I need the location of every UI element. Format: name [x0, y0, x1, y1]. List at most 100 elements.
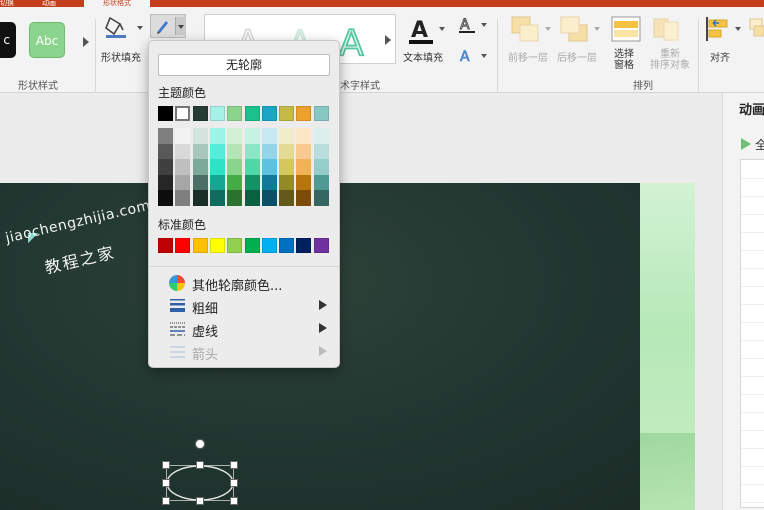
theme-shade-swatch[interactable]	[261, 174, 277, 191]
text-fill-icon[interactable]: A	[408, 15, 434, 45]
theme-shade-swatch[interactable]	[261, 190, 277, 206]
theme-shade-swatch[interactable]	[158, 143, 173, 160]
text-fill-button[interactable]: 文本填充	[403, 49, 443, 64]
theme-shade-swatch[interactable]	[175, 128, 191, 144]
wordart-more-icon[interactable]	[385, 35, 391, 45]
theme-shade-swatch[interactable]	[296, 143, 312, 160]
standard-color-swatch[interactable]	[244, 238, 260, 253]
ellipse-shape[interactable]	[162, 461, 238, 505]
animation-list[interactable]	[740, 159, 764, 508]
text-fill-dropdown-icon[interactable]	[439, 27, 445, 31]
theme-color-swatch[interactable]	[313, 106, 329, 121]
theme-shade-swatch[interactable]	[296, 159, 312, 175]
resize-handle[interactable]	[196, 497, 204, 505]
standard-color-swatch[interactable]	[279, 238, 295, 253]
slide[interactable]: jiaochengzhijia.com 教程之家	[0, 183, 695, 510]
reorder-objects-button[interactable]: 重新 排序对象	[648, 49, 692, 71]
theme-shade-swatch[interactable]	[313, 143, 329, 160]
rotate-handle-icon[interactable]	[195, 439, 205, 449]
standard-color-swatch[interactable]	[313, 238, 329, 253]
theme-shade-swatch[interactable]	[227, 143, 243, 160]
theme-shade-swatch[interactable]	[209, 159, 225, 175]
text-outline-icon[interactable]: A	[458, 15, 476, 35]
theme-shade-swatch[interactable]	[227, 159, 243, 175]
theme-color-swatch[interactable]	[227, 106, 243, 121]
align-button[interactable]: 对齐	[710, 49, 730, 64]
resize-handle[interactable]	[162, 497, 170, 505]
style-preset-green[interactable]: Abc	[29, 22, 65, 58]
theme-shade-swatch[interactable]	[192, 190, 208, 206]
gallery-more-icon[interactable]	[83, 37, 89, 47]
standard-color-swatch[interactable]	[296, 238, 312, 253]
theme-shade-swatch[interactable]	[313, 128, 329, 144]
theme-shade-swatch[interactable]	[313, 159, 329, 175]
standard-color-swatch[interactable]	[158, 238, 173, 253]
resize-handle[interactable]	[196, 461, 204, 469]
fill-dropdown-icon[interactable]	[137, 26, 143, 30]
theme-color-swatch[interactable]	[261, 106, 277, 121]
send-backward-dropdown-icon[interactable]	[594, 27, 600, 31]
shape-fill-button[interactable]: 形状填充	[101, 49, 141, 64]
resize-handle[interactable]	[230, 479, 238, 487]
theme-shade-swatch[interactable]	[192, 159, 208, 175]
tab-transitions[interactable]: 切换	[0, 0, 14, 7]
theme-color-swatch[interactable]	[296, 106, 312, 121]
style-preset-dark[interactable]: c	[0, 22, 16, 58]
theme-shade-swatch[interactable]	[261, 128, 277, 144]
theme-color-swatch[interactable]	[279, 106, 295, 121]
tab-animations[interactable]: 动画	[42, 0, 56, 7]
theme-shade-swatch[interactable]	[227, 128, 243, 144]
text-outline-dropdown-icon[interactable]	[481, 23, 487, 27]
theme-shade-swatch[interactable]	[279, 128, 295, 144]
theme-shade-swatch[interactable]	[192, 174, 208, 191]
group-icon[interactable]	[748, 16, 764, 42]
bring-forward-dropdown-icon[interactable]	[545, 27, 551, 31]
theme-shade-swatch[interactable]	[279, 159, 295, 175]
bring-forward-icon[interactable]	[511, 16, 539, 42]
theme-shade-swatch[interactable]	[244, 143, 260, 160]
text-effects-dropdown-icon[interactable]	[481, 54, 487, 58]
theme-color-swatch[interactable]	[192, 106, 208, 121]
resize-handle[interactable]	[162, 479, 170, 487]
no-outline-button[interactable]: 无轮廓	[158, 54, 330, 76]
theme-shade-swatch[interactable]	[227, 174, 243, 191]
theme-shade-swatch[interactable]	[175, 159, 191, 175]
resize-handle[interactable]	[230, 497, 238, 505]
theme-color-swatch[interactable]	[209, 106, 225, 121]
send-backward-icon[interactable]	[560, 16, 588, 42]
theme-shade-swatch[interactable]	[261, 159, 277, 175]
selection-pane-icon[interactable]	[611, 16, 641, 42]
theme-shade-swatch[interactable]	[313, 174, 329, 191]
resize-handle[interactable]	[162, 461, 170, 469]
dashes-item[interactable]: 虚线	[149, 318, 339, 340]
theme-shade-swatch[interactable]	[192, 128, 208, 144]
theme-shade-swatch[interactable]	[158, 174, 173, 191]
align-dropdown-icon[interactable]	[735, 27, 741, 31]
play-icon[interactable]	[741, 138, 751, 150]
theme-shade-swatch[interactable]	[261, 143, 277, 160]
theme-color-swatch[interactable]	[175, 106, 191, 121]
theme-shade-swatch[interactable]	[158, 128, 173, 144]
tab-shape-format[interactable]: 形状格式	[84, 0, 150, 7]
theme-shade-swatch[interactable]	[244, 190, 260, 206]
standard-color-swatch[interactable]	[175, 238, 191, 253]
outline-dropdown-icon[interactable]	[175, 17, 186, 35]
play-all-button[interactable]: 全	[755, 136, 764, 153]
theme-shade-swatch[interactable]	[209, 143, 225, 160]
more-outline-colors-item[interactable]: 其他轮廓颜色...	[149, 272, 339, 294]
theme-shade-swatch[interactable]	[209, 190, 225, 206]
theme-shade-swatch[interactable]	[175, 174, 191, 191]
reorder-objects-icon[interactable]	[652, 16, 682, 42]
theme-shade-swatch[interactable]	[227, 190, 243, 206]
text-effects-icon[interactable]: A	[458, 47, 476, 66]
theme-shade-swatch[interactable]	[296, 190, 312, 206]
theme-shade-swatch[interactable]	[244, 128, 260, 144]
theme-color-swatch[interactable]	[158, 106, 173, 121]
theme-shade-swatch[interactable]	[209, 174, 225, 191]
standard-color-swatch[interactable]	[209, 238, 225, 253]
standard-color-swatch[interactable]	[192, 238, 208, 253]
weight-item[interactable]: 粗细	[149, 295, 339, 317]
theme-shade-swatch[interactable]	[296, 128, 312, 144]
theme-color-swatch[interactable]	[244, 106, 260, 121]
theme-shade-swatch[interactable]	[192, 143, 208, 160]
